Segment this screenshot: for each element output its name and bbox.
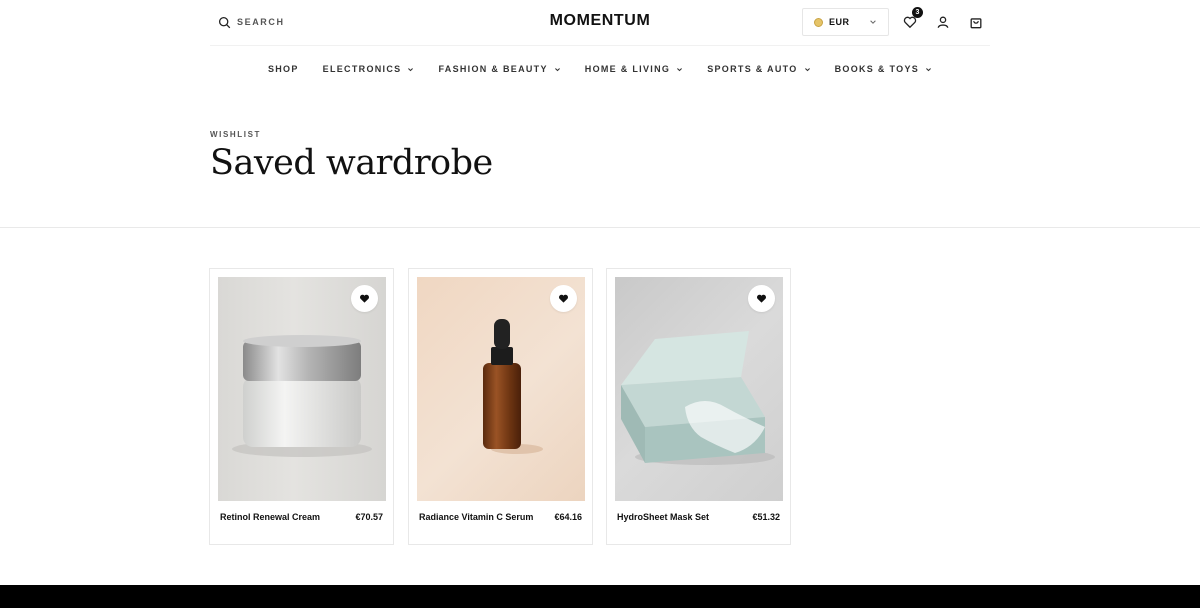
nav-item-fashion-beauty[interactable]: FASHION & BEAUTY <box>438 62 560 76</box>
chevron-down-icon <box>926 67 932 71</box>
product-image-cream-jar[interactable] <box>218 277 386 501</box>
product-card[interactable]: HydroSheet Mask Set €51.32 <box>606 268 791 545</box>
shopping-bag-icon <box>970 18 982 29</box>
nav-item-electronics[interactable]: ELECTRONICS <box>323 62 415 76</box>
nav-item-label: SPORTS & AUTO <box>707 64 798 74</box>
user-icon <box>937 16 949 28</box>
site-footer <box>0 585 1200 608</box>
page-eyebrow: WISHLIST <box>210 130 262 139</box>
product-card[interactable]: Retinol Renewal Cream €70.57 <box>209 268 394 545</box>
nav-item-shop[interactable]: SHOP <box>268 62 299 76</box>
product-name[interactable]: HydroSheet Mask Set <box>617 512 709 522</box>
nav-item-books-toys[interactable]: BOOKS & TOYS <box>835 62 932 76</box>
product-name[interactable]: Radiance Vitamin C Serum <box>419 512 533 522</box>
product-image-mask-box[interactable] <box>615 277 783 501</box>
wishlist-button[interactable]: 3 <box>902 7 923 30</box>
site-header: SEARCH MOMENTUM EUR 3 <box>210 0 990 46</box>
remove-from-wishlist-button[interactable] <box>748 285 775 312</box>
account-button[interactable] <box>935 14 951 30</box>
chevron-down-icon <box>870 20 876 24</box>
product-card[interactable]: Radiance Vitamin C Serum €64.16 <box>408 268 593 545</box>
chevron-down-icon <box>408 67 414 71</box>
remove-from-wishlist-button[interactable] <box>550 285 577 312</box>
product-price: €70.57 <box>355 512 383 522</box>
heart-filled-icon <box>757 294 766 303</box>
nav-item-label: FASHION & BEAUTY <box>438 64 548 74</box>
nav-item-sports-auto[interactable]: SPORTS & AUTO <box>707 62 810 76</box>
product-price: €64.16 <box>554 512 582 522</box>
main-nav: SHOP ELECTRONICS FASHION & BEAUTY HOME &… <box>0 62 1200 76</box>
product-name[interactable]: Retinol Renewal Cream <box>220 512 320 522</box>
chevron-down-icon <box>554 67 560 71</box>
cart-button[interactable] <box>968 14 984 30</box>
wishlist-count-badge: 3 <box>912 7 923 18</box>
chevron-down-icon <box>677 67 683 71</box>
remove-from-wishlist-button[interactable] <box>351 285 378 312</box>
nav-item-label: SHOP <box>267 64 299 74</box>
currency-label: EUR <box>829 17 850 27</box>
product-price: €51.32 <box>752 512 780 522</box>
nav-item-label: HOME & LIVING <box>584 64 671 74</box>
nav-item-home-living[interactable]: HOME & LIVING <box>585 62 683 76</box>
heart-filled-icon <box>559 294 568 303</box>
page-title: Saved wardrobe <box>210 143 493 183</box>
section-divider <box>0 227 1200 228</box>
currency-selector[interactable]: EUR <box>802 8 889 36</box>
heart-filled-icon <box>360 294 369 303</box>
nav-item-label: ELECTRONICS <box>322 64 402 74</box>
chevron-down-icon <box>804 67 810 71</box>
nav-item-label: BOOKS & TOYS <box>834 64 920 74</box>
product-image-serum-bottle[interactable] <box>417 277 585 501</box>
coin-icon <box>814 17 823 27</box>
